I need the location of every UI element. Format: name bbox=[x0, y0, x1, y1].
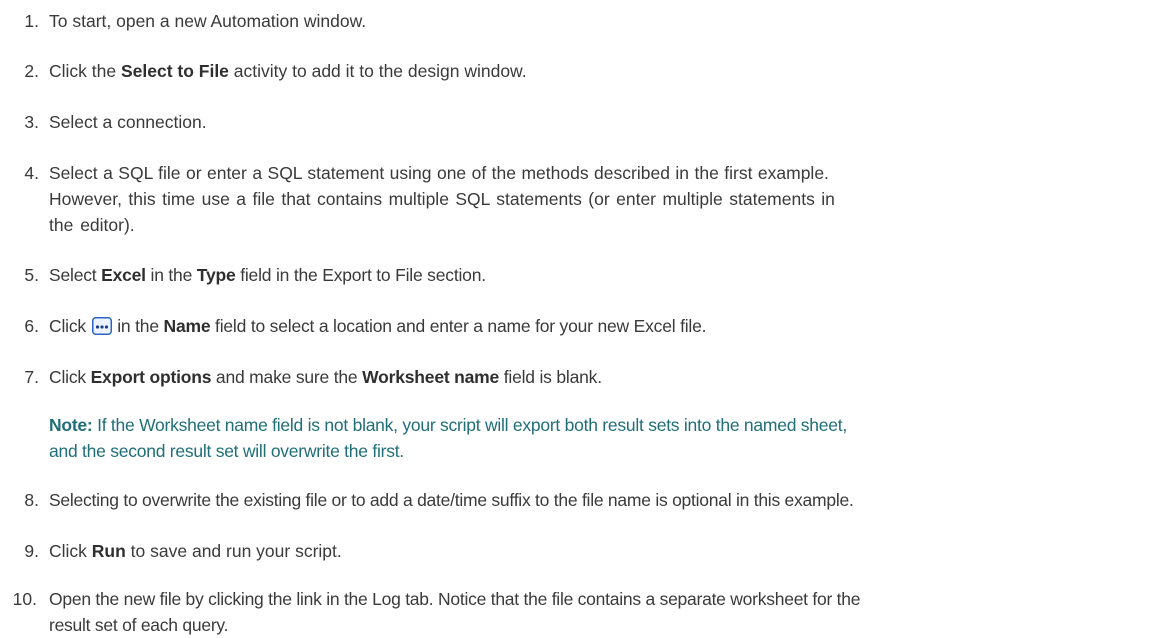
step-text-segment: Click bbox=[49, 541, 92, 561]
step-number: 2. bbox=[24, 61, 39, 81]
step-number: 9. bbox=[24, 541, 39, 561]
step-text: Click Export options and make sure the W… bbox=[49, 364, 1167, 390]
step-text-segment: Click bbox=[49, 367, 91, 387]
step-number: 8. bbox=[24, 490, 39, 510]
step-text: Click the Select to File activity to add… bbox=[49, 58, 1167, 84]
step-text-line: result set of each query. bbox=[49, 615, 229, 635]
step-text-segment: activity to add it to the design window. bbox=[228, 61, 527, 81]
ui-term-name: Name bbox=[163, 316, 211, 336]
step-text: Select a SQL file or enter a SQL stateme… bbox=[49, 160, 1167, 238]
step-text-segment: field in the Export to File section. bbox=[235, 265, 486, 285]
ui-term-export-options: Export options bbox=[90, 367, 212, 387]
step-text: Click in the Name field to select a loca… bbox=[49, 313, 1167, 339]
step-text-segment: To start, open a new Automation window. bbox=[49, 11, 367, 31]
step-text: To start, open a new Automation window. bbox=[49, 8, 1167, 34]
step-text-segment: Click the bbox=[49, 61, 121, 81]
step-text: Open the new file by clicking the link i… bbox=[49, 586, 1167, 638]
step-text-line: However, this time use a file that conta… bbox=[49, 189, 835, 209]
note-line-2: and the second result set will overwrite… bbox=[49, 441, 404, 461]
step-text-line: the editor). bbox=[49, 215, 135, 235]
step-text-segment: Select a connection. bbox=[49, 112, 207, 132]
step-text-segment: Selecting to overwrite the existing file… bbox=[49, 490, 854, 510]
step-text-line: Select a SQL file or enter a SQL stateme… bbox=[49, 163, 829, 183]
step-text-segment: field is blank. bbox=[499, 367, 602, 387]
ui-term-worksheet-name: Worksheet name bbox=[362, 367, 500, 387]
step-text-line: Open the new file by clicking the link i… bbox=[49, 589, 861, 609]
step-number: 3. bbox=[24, 112, 39, 132]
step-text-segment: in the bbox=[112, 316, 164, 336]
note-text: If the Worksheet name field is not blank… bbox=[92, 415, 847, 435]
ellipsis-button-icon bbox=[91, 317, 112, 335]
step-text-segment: in the bbox=[145, 265, 197, 285]
ui-term-run: Run bbox=[91, 541, 126, 561]
step-number: 6. bbox=[24, 316, 39, 336]
step-number: 7. bbox=[24, 367, 39, 387]
ui-term-excel: Excel bbox=[101, 265, 146, 285]
note-label: Note: bbox=[49, 415, 93, 435]
step-text: Click Run to save and run your script. bbox=[49, 538, 1167, 564]
step-text-segment: Click bbox=[49, 316, 91, 336]
step-text-segment: field to select a location and enter a n… bbox=[210, 316, 707, 336]
step-text-segment: to save and run your script. bbox=[125, 541, 342, 561]
step-text: Selecting to overwrite the existing file… bbox=[49, 487, 1167, 513]
note-callout: Note: If the Worksheet name field is not… bbox=[49, 412, 1159, 464]
ui-term-type: Type bbox=[196, 265, 236, 285]
step-text-segment: and make sure the bbox=[211, 367, 363, 387]
step-text: Select Excel in the Type field in the Ex… bbox=[49, 262, 1167, 288]
step-number: 1. bbox=[24, 11, 39, 31]
ui-term-select-to-file: Select to File bbox=[120, 61, 229, 81]
step-number: 4. bbox=[24, 163, 39, 183]
step-text: Select a connection. bbox=[49, 109, 1167, 135]
note-line-1: Note: If the Worksheet name field is not… bbox=[49, 412, 1159, 438]
step-text-segment: Select bbox=[49, 265, 102, 285]
step-number: 5. bbox=[24, 265, 39, 285]
step-number: 10. bbox=[12, 589, 37, 609]
